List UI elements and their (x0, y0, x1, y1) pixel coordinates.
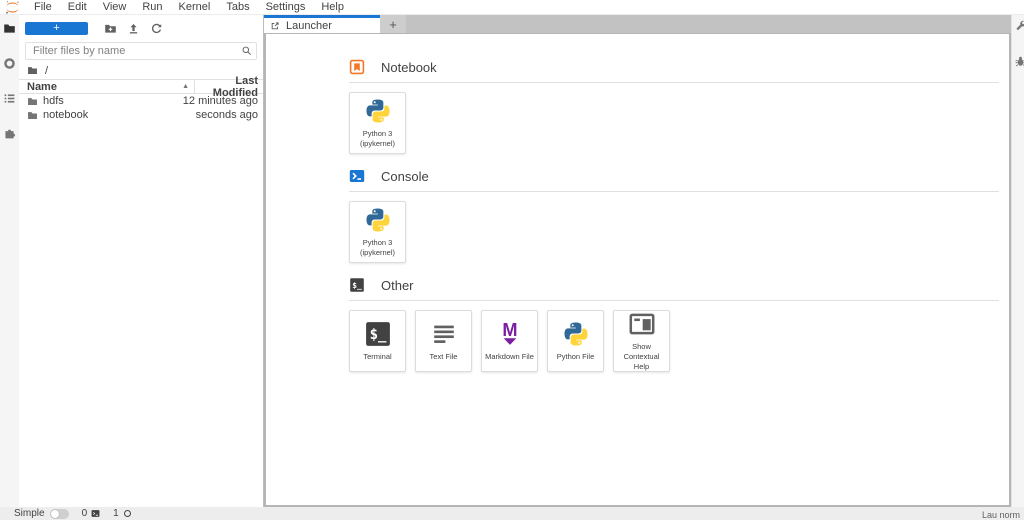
sidebar-item-extensions[interactable] (3, 127, 16, 145)
debugger-icon[interactable] (1014, 55, 1024, 68)
card-label: Python 3 (ipykernel) (351, 238, 404, 258)
file-modified: seconds ago (196, 109, 263, 121)
menu-run[interactable]: Run (134, 1, 170, 13)
kernels-count: 1 (113, 508, 119, 519)
python-logo-icon (364, 97, 392, 125)
folder-icon (27, 96, 38, 107)
sort-ascending-icon: ▲ (182, 83, 189, 90)
python-logo-icon (562, 320, 590, 348)
terminals-count: 0 (82, 508, 88, 519)
file-row-notebook[interactable]: notebook seconds ago (19, 108, 263, 122)
search-icon (241, 45, 252, 56)
console-icon (349, 168, 365, 184)
menu-file[interactable]: File (26, 1, 60, 13)
running-kernels-indicator[interactable]: 1 (113, 508, 132, 519)
launcher-card-text-file[interactable]: Text File (415, 310, 472, 372)
file-browser-toolbar: + (19, 15, 263, 39)
running-circle-icon (3, 57, 16, 70)
launcher-section-other: Other Terminal Text File M (349, 277, 999, 372)
launcher-section-console: Console Python 3 (ipykernel) (349, 168, 999, 263)
filter-files-wrapper (25, 42, 257, 60)
status-bar: Simple 0 1 Lau norm (0, 507, 1024, 520)
filter-files-input[interactable] (25, 42, 257, 60)
column-name-label: Name (27, 81, 57, 93)
launcher-card-terminal[interactable]: Terminal (349, 310, 406, 372)
sidebar-item-running-sessions[interactable] (3, 57, 16, 75)
launcher-card-python-file[interactable]: Python File (547, 310, 604, 372)
menu-help[interactable]: Help (313, 1, 352, 13)
menu-settings[interactable]: Settings (258, 1, 314, 13)
list-icon (3, 92, 16, 105)
menu-view[interactable]: View (95, 1, 135, 13)
card-label: Python 3 (ipykernel) (351, 129, 404, 149)
simple-mode-label: Simple (14, 508, 45, 519)
column-header-name[interactable]: Name ▲ (19, 80, 195, 93)
card-label: Show Contextual Help (615, 342, 668, 371)
launcher-panel: Notebook Python 3 (ipykernel) Console (264, 33, 1011, 507)
sidebar-item-file-browser[interactable] (3, 22, 16, 40)
section-title: Console (381, 169, 429, 184)
file-name: notebook (43, 109, 88, 121)
property-inspector-icon[interactable] (1014, 19, 1024, 32)
sidebar-item-table-of-contents[interactable] (3, 92, 16, 110)
terminal-icon (349, 277, 365, 293)
launcher-tab-icon (270, 21, 280, 31)
launcher-card-notebook-python3[interactable]: Python 3 (ipykernel) (349, 92, 406, 154)
kernel-circle-icon (123, 509, 132, 518)
simple-mode-toggle[interactable] (50, 509, 69, 519)
right-activity-bar (1011, 15, 1024, 507)
section-header: Console (349, 168, 999, 192)
add-tab-button[interactable]: + (380, 15, 406, 33)
launcher-section-notebook: Notebook Python 3 (ipykernel) (349, 59, 999, 154)
terminal-icon (91, 509, 100, 518)
refresh-icon[interactable] (150, 22, 163, 35)
tab-launcher[interactable]: Launcher (264, 15, 380, 33)
file-browser-panel: + / Name ▲ Last Modified hdfs 12 minutes… (19, 15, 264, 507)
running-terminals-indicator[interactable]: 0 (82, 508, 101, 519)
tab-label: Launcher (286, 20, 332, 32)
tab-bar: Launcher + (264, 15, 1011, 33)
notebook-icon (349, 59, 365, 75)
menu-kernel[interactable]: Kernel (171, 1, 219, 13)
menu-bar: File Edit View Run Kernel Tabs Settings … (0, 0, 1024, 15)
folder-icon (3, 22, 16, 35)
folder-icon (27, 110, 38, 121)
section-title: Other (381, 278, 414, 293)
section-title: Notebook (381, 60, 437, 75)
new-launcher-button[interactable]: + (25, 22, 88, 35)
card-label: Text File (430, 352, 458, 362)
left-activity-bar (0, 15, 19, 507)
file-name: hdfs (43, 95, 64, 107)
file-list-header: Name ▲ Last Modified (19, 79, 263, 94)
breadcrumb-root[interactable]: / (45, 65, 48, 77)
puzzle-icon (3, 127, 16, 140)
contextual-help-icon (628, 310, 656, 338)
launcher-card-console-python3[interactable]: Python 3 (ipykernel) (349, 201, 406, 263)
section-header: Notebook (349, 59, 999, 83)
launcher-card-markdown-file[interactable]: Markdown File (481, 310, 538, 372)
menu-tabs[interactable]: Tabs (218, 1, 257, 13)
card-label: Terminal (363, 352, 391, 362)
section-header: Other (349, 277, 999, 301)
jupyter-logo-icon (5, 0, 20, 15)
new-folder-icon[interactable] (104, 22, 117, 35)
file-modified: 12 minutes ago (183, 95, 263, 107)
text-file-icon (430, 320, 458, 348)
home-folder-icon[interactable] (27, 65, 38, 76)
markdown-icon (496, 320, 524, 348)
python-logo-icon (364, 206, 392, 234)
status-right-text: Lau norm (982, 510, 1020, 520)
launcher-card-contextual-help[interactable]: Show Contextual Help (613, 310, 670, 372)
file-row-hdfs[interactable]: hdfs 12 minutes ago (19, 94, 263, 108)
upload-icon[interactable] (127, 22, 140, 35)
terminal-icon (364, 320, 392, 348)
card-label: Markdown File (485, 352, 534, 362)
menu-edit[interactable]: Edit (60, 1, 95, 13)
card-label: Python File (557, 352, 595, 362)
